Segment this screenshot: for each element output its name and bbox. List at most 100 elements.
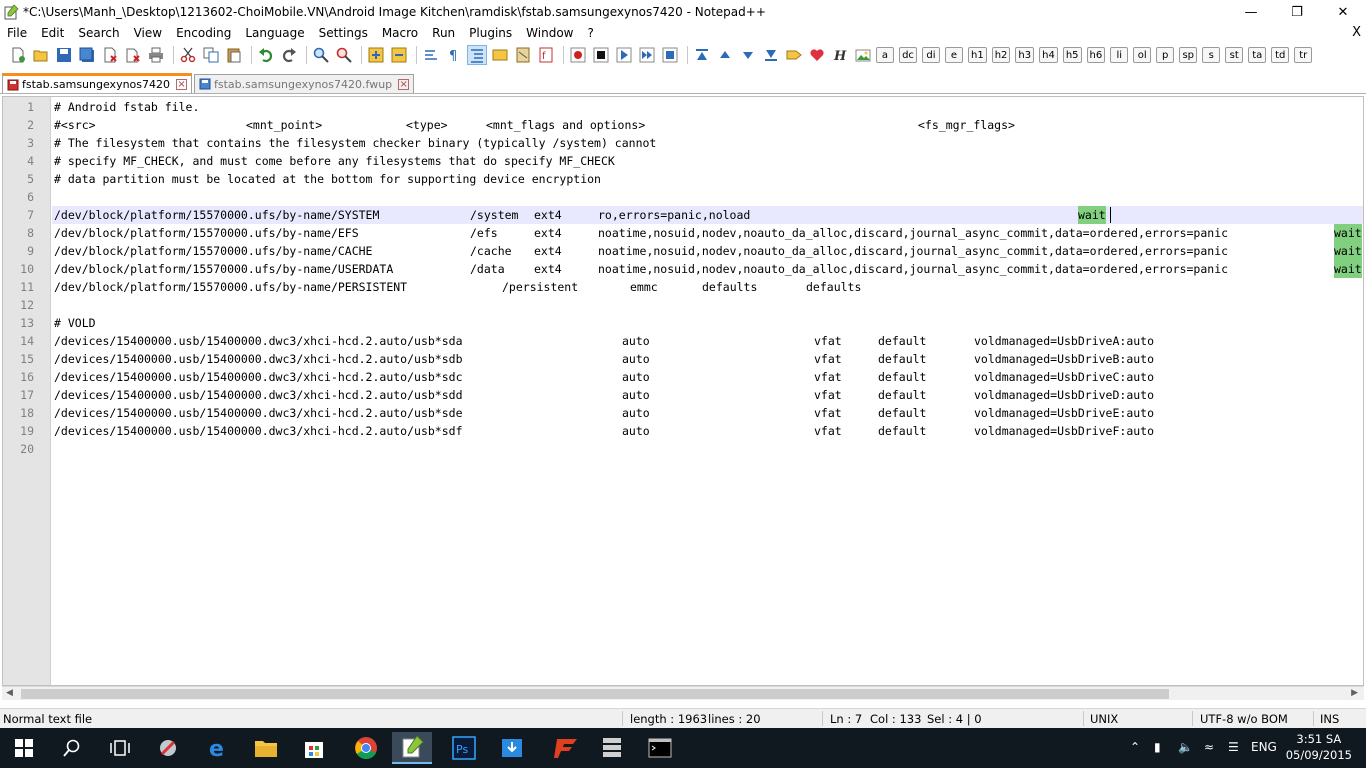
menu-plugins[interactable]: Plugins — [462, 24, 519, 42]
scrollbar-thumb[interactable] — [21, 689, 1169, 699]
start-windows-icon[interactable] — [4, 732, 44, 764]
close-tab-icon[interactable]: × — [398, 78, 410, 90]
user-defined-lang-icon[interactable] — [490, 45, 510, 65]
html-tag-h4-button[interactable]: h4 — [1039, 47, 1058, 63]
heart-icon[interactable] — [807, 45, 827, 65]
move-bottom-icon[interactable] — [761, 45, 781, 65]
code-line[interactable]: # VOLD — [52, 314, 1363, 332]
code-line[interactable] — [52, 296, 1363, 314]
doc-map-icon[interactable] — [513, 45, 533, 65]
close-file-icon[interactable] — [100, 45, 120, 65]
code-line[interactable]: /devices/15400000.usb/15400000.dwc3/xhci… — [52, 422, 1363, 440]
play-macro-icon[interactable] — [614, 45, 634, 65]
minimize-button[interactable]: — — [1228, 0, 1274, 24]
tag-icon[interactable] — [784, 45, 804, 65]
menu-help[interactable]: ? — [580, 24, 600, 42]
print-icon[interactable] — [146, 45, 166, 65]
cut-icon[interactable] — [178, 45, 198, 65]
menu-macro[interactable]: Macro — [375, 24, 425, 42]
volume-icon[interactable]: 🔈 — [1178, 740, 1193, 754]
code-line[interactable]: /dev/block/platform/15570000.ufs/by-name… — [52, 260, 1363, 278]
zoom-out-icon[interactable] — [389, 45, 409, 65]
show-all-chars-icon[interactable]: ¶ — [444, 45, 464, 65]
close-all-icon[interactable] — [123, 45, 143, 65]
code-line[interactable]: /dev/block/platform/15570000.ufs/by-name… — [52, 206, 1363, 224]
html-tag-di-button[interactable]: di — [922, 47, 940, 63]
zoom-in-icon[interactable] — [366, 45, 386, 65]
save-all-icon[interactable] — [77, 45, 97, 65]
find-icon[interactable] — [311, 45, 331, 65]
menu-edit[interactable]: Edit — [34, 24, 71, 42]
html-tag-li-button[interactable]: li — [1110, 47, 1129, 63]
move-up-icon[interactable] — [715, 45, 735, 65]
store-icon[interactable] — [294, 732, 334, 764]
clock[interactable]: 3:51 SA 05/09/2015 — [1286, 731, 1352, 763]
code-line[interactable]: /devices/15400000.usb/15400000.dwc3/xhci… — [52, 404, 1363, 422]
tab-fstab[interactable]: fstab.samsungexynos7420 × — [2, 73, 193, 93]
code-line[interactable] — [52, 440, 1363, 458]
notifications-icon[interactable]: ☰ — [1228, 740, 1239, 754]
scroll-left-icon[interactable]: ◀ — [6, 688, 13, 698]
stop-macro-icon[interactable] — [591, 45, 611, 65]
code-line[interactable]: /devices/15400000.usb/15400000.dwc3/xhci… — [52, 332, 1363, 350]
menu-run[interactable]: Run — [425, 24, 462, 42]
show-hidden-icons-icon[interactable]: ⌃ — [1130, 740, 1140, 754]
save-icon[interactable] — [54, 45, 74, 65]
html-tag-h6-button[interactable]: h6 — [1086, 47, 1106, 63]
undo-icon[interactable] — [256, 45, 276, 65]
chrome-icon[interactable] — [346, 732, 386, 764]
flashtool-icon[interactable] — [546, 732, 586, 764]
header-h-icon[interactable]: H — [830, 45, 850, 65]
record-macro-icon[interactable] — [568, 45, 588, 65]
html-tag-ta-button[interactable]: ta — [1248, 47, 1267, 63]
html-tag-e-button[interactable]: e — [945, 47, 963, 63]
code-line[interactable]: /devices/15400000.usb/15400000.dwc3/xhci… — [52, 350, 1363, 368]
server-stack-icon[interactable] — [592, 732, 632, 764]
image-tag-icon[interactable] — [853, 45, 873, 65]
paste-icon[interactable] — [224, 45, 244, 65]
text-editor[interactable]: 1 2 3 4 5 6 7 8 9 10 11 12 13 14 15 16 17 18 19 20 # Androi… — [2, 96, 1364, 686]
code-line[interactable]: # The filesystem that contains the files… — [52, 134, 1363, 152]
html-tag-s-button[interactable]: s — [1202, 47, 1221, 63]
code-line[interactable]: #<src> <mnt_point> <type> <mnt_flags and op… — [52, 116, 1363, 134]
html-tag-td-button[interactable]: td — [1271, 47, 1290, 63]
menu-search[interactable]: Search — [71, 24, 126, 42]
search-icon[interactable] — [52, 732, 92, 764]
code-line[interactable]: /devices/15400000.usb/15400000.dwc3/xhci… — [52, 368, 1363, 386]
code-line[interactable] — [52, 188, 1363, 206]
code-line[interactable]: # Android fstab file. — [52, 98, 1363, 116]
html-tag-h1-button[interactable]: h1 — [968, 47, 987, 63]
code-line[interactable]: /dev/block/platform/15570000.ufs/by-name… — [52, 278, 1363, 296]
html-tag-dc-button[interactable]: dc — [899, 47, 917, 63]
open-file-icon[interactable] — [31, 45, 51, 65]
html-tag-tr-button[interactable]: tr — [1294, 47, 1313, 63]
wifi-icon[interactable]: ≈ — [1204, 740, 1214, 754]
html-tag-st-button[interactable]: st — [1225, 47, 1244, 63]
replace-icon[interactable] — [334, 45, 354, 65]
run-macro-multiple-icon[interactable] — [637, 45, 657, 65]
menu-file[interactable]: File — [0, 24, 34, 42]
close-tab-icon[interactable]: × — [176, 79, 188, 90]
close-window-button[interactable]: ✕ — [1320, 0, 1366, 24]
html-tag-h3-button[interactable]: h3 — [1015, 47, 1035, 63]
menu-settings[interactable]: Settings — [312, 24, 375, 42]
code-line[interactable]: /dev/block/platform/15570000.ufs/by-name… — [52, 224, 1363, 242]
menu-view[interactable]: View — [127, 24, 169, 42]
close-document-button[interactable]: X — [1352, 24, 1361, 42]
menu-encoding[interactable]: Encoding — [169, 24, 238, 42]
html-tag-ol-button[interactable]: ol — [1133, 47, 1152, 63]
code-line[interactable]: # data partition must be located at the … — [52, 170, 1363, 188]
html-tag-a-button[interactable]: a — [876, 47, 894, 63]
tools-app-icon[interactable] — [148, 732, 188, 764]
download-manager-icon[interactable] — [492, 732, 532, 764]
new-file-icon[interactable] — [8, 45, 28, 65]
code-line[interactable]: # specify MF_CHECK, and must come before… — [52, 152, 1363, 170]
edge-browser-icon[interactable]: e — [198, 732, 238, 764]
move-down-icon[interactable] — [738, 45, 758, 65]
command-prompt-icon[interactable] — [640, 732, 680, 764]
battery-icon[interactable]: ▮ — [1154, 740, 1161, 754]
file-explorer-icon[interactable] — [246, 732, 286, 764]
html-tag-sp-button[interactable]: sp — [1179, 47, 1198, 63]
photoshop-icon[interactable]: Ps — [444, 732, 484, 764]
html-tag-h2-button[interactable]: h2 — [991, 47, 1011, 63]
